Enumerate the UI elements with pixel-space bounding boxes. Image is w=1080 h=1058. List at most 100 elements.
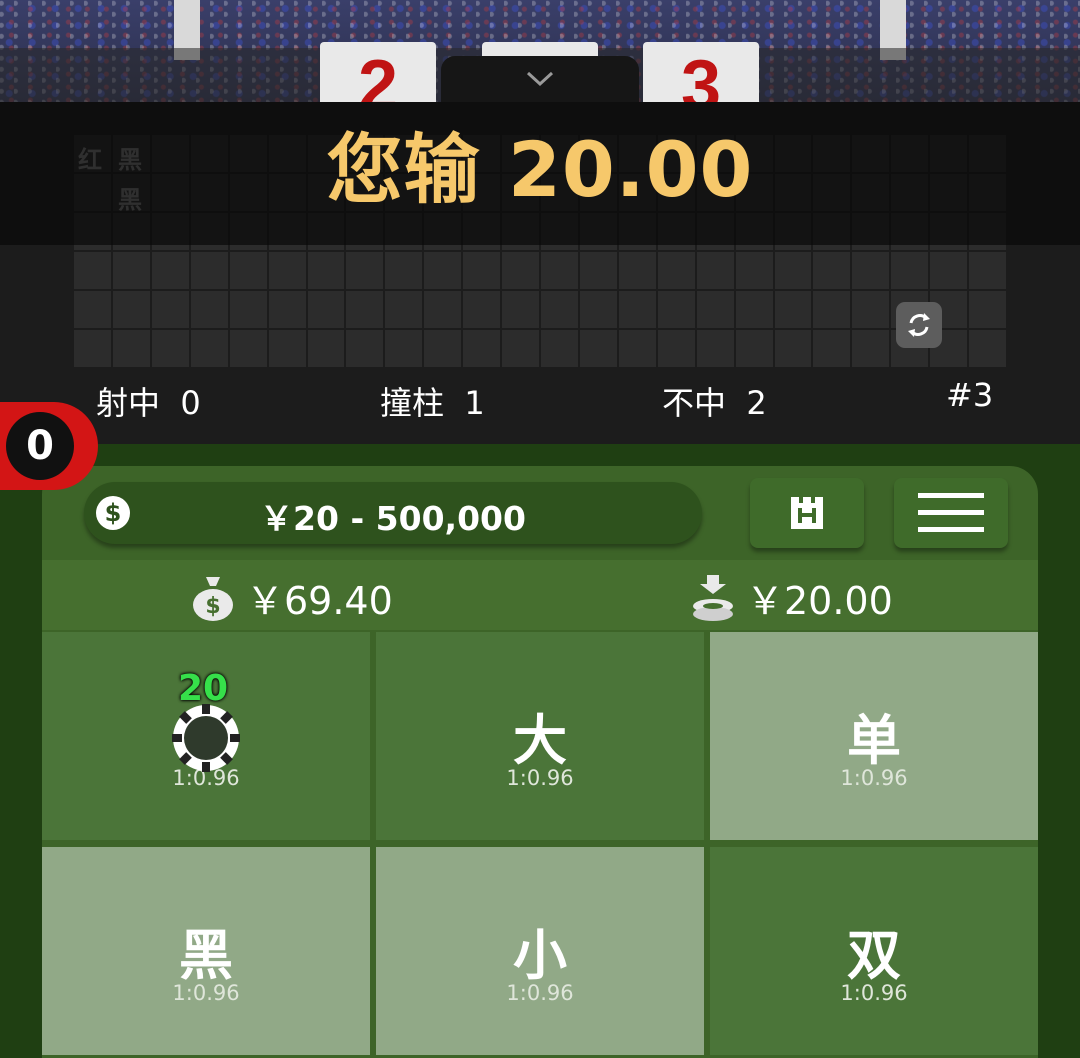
bet-label: 双 <box>847 924 901 987</box>
road-cell <box>346 252 384 289</box>
road-cell <box>307 252 345 289</box>
road-cell <box>229 291 267 328</box>
left-score-card: 2 <box>320 42 436 102</box>
road-cell <box>151 330 189 367</box>
road-cell <box>502 291 539 328</box>
road-cell <box>307 330 345 367</box>
road-cell <box>268 291 306 328</box>
bet-cell-big[interactable]: 大 1:0.96 <box>376 632 704 840</box>
total-bet-amount: ￥20.00 <box>746 579 893 623</box>
balance-info: $ ￥69.40 <box>190 570 393 625</box>
bet-cell-black[interactable]: 黑 1:0.96 <box>42 847 370 1055</box>
left-score: 2 <box>357 46 399 102</box>
poker-chip-icon[interactable] <box>172 704 240 772</box>
road-cell <box>852 252 890 289</box>
road-cell <box>502 252 539 289</box>
road-cell <box>618 291 656 328</box>
road-cell <box>852 330 890 367</box>
stat-miss-label: 不中 <box>662 384 727 422</box>
road-cell <box>813 252 851 289</box>
chip-stack-icon <box>693 574 733 621</box>
road-cell <box>385 291 423 328</box>
road-cell <box>385 330 423 367</box>
menu-button[interactable] <box>894 478 1008 548</box>
road-cell <box>930 252 968 289</box>
bet-label: 小 <box>513 924 567 987</box>
bet-cell-odd[interactable]: 单 1:0.96 <box>710 632 1038 840</box>
road-cell <box>813 291 851 328</box>
chevron-down-icon <box>526 71 554 87</box>
road-cell <box>735 252 773 289</box>
road-cell <box>112 252 150 289</box>
road-cell <box>774 330 812 367</box>
bet-odds: 1:0.96 <box>840 981 908 1005</box>
road-cell <box>657 291 695 328</box>
balance-amount: ￥69.40 <box>246 579 393 623</box>
bet-limit-pill[interactable]: $ ￥20 - 500,000 <box>84 482 702 544</box>
refresh-icon <box>908 313 930 337</box>
stat-post: 撞柱 1 <box>380 378 485 424</box>
castle-button[interactable] <box>750 478 864 548</box>
stat-miss-value: 2 <box>746 384 767 422</box>
stadium-background: 2 3 <box>0 0 1080 112</box>
road-cell <box>618 252 656 289</box>
road-cell <box>307 291 345 328</box>
road-cell <box>385 252 423 289</box>
road-cell <box>541 330 578 367</box>
road-cell <box>813 330 851 367</box>
road-cell <box>502 330 539 367</box>
bet-label: 单 <box>847 709 901 772</box>
bet-limit-range: ￥20 - 500,000 <box>260 499 526 538</box>
bet-label: 大 <box>513 709 567 772</box>
road-cell <box>541 291 578 328</box>
road-cell <box>74 252 111 289</box>
road-cell <box>424 252 462 289</box>
stat-post-label: 撞柱 <box>380 384 445 422</box>
road-cell <box>229 252 267 289</box>
road-cell <box>74 330 111 367</box>
road-cell <box>618 330 656 367</box>
road-cell <box>151 252 189 289</box>
bet-odds: 1:0.96 <box>840 766 908 790</box>
road-cell <box>657 252 695 289</box>
road-cell <box>969 330 1006 367</box>
bet-odds: 1:0.96 <box>172 981 240 1005</box>
road-cell <box>735 291 773 328</box>
bet-odds: 1:0.96 <box>506 766 574 790</box>
road-cell <box>112 291 150 328</box>
count-value: 0 <box>6 412 74 480</box>
road-cell <box>112 330 150 367</box>
stat-post-value: 1 <box>464 384 485 422</box>
road-cell <box>969 291 1006 328</box>
bet-cell-small[interactable]: 小 1:0.96 <box>376 847 704 1055</box>
bet-cell-even[interactable]: 双 1:0.96 <box>710 847 1038 1055</box>
road-cell <box>735 330 773 367</box>
hamburger-menu-icon <box>918 493 984 532</box>
road-cell <box>229 330 267 367</box>
chip-amount: 20 <box>178 668 229 709</box>
road-cell <box>774 291 812 328</box>
road-cell <box>346 330 384 367</box>
count-badge: 0 <box>0 402 98 490</box>
road-cell <box>424 330 462 367</box>
stat-hit-value: 0 <box>180 384 201 422</box>
road-cell <box>852 291 890 328</box>
road-cell <box>151 291 189 328</box>
road-cell <box>657 330 695 367</box>
stat-hit-label: 射中 <box>96 384 161 422</box>
road-cell <box>463 291 501 328</box>
road-cell <box>190 330 228 367</box>
round-number: #3 <box>946 376 994 414</box>
refresh-button[interactable] <box>896 302 942 348</box>
road-cell <box>774 252 812 289</box>
road-cell <box>424 291 462 328</box>
road-cell <box>190 252 228 289</box>
road-cell <box>969 252 1006 289</box>
bet-label: 黑 <box>179 924 233 987</box>
road-cell <box>541 252 578 289</box>
road-cell <box>74 291 111 328</box>
road-cell <box>696 291 734 328</box>
total-bet-info: ￥20.00 <box>690 570 893 625</box>
castle-icon <box>791 497 823 529</box>
right-score-card: 3 <box>643 42 759 102</box>
